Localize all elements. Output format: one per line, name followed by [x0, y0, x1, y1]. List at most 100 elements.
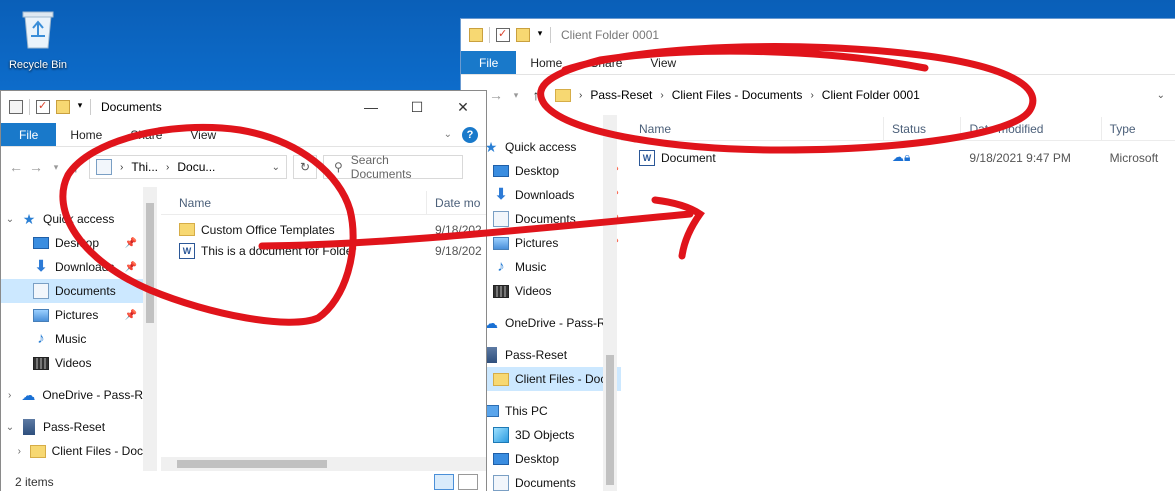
- pictures-icon: [33, 308, 49, 322]
- nav-item-onedrive[interactable]: › ☁ OneDrive - Pass-R: [1, 383, 143, 407]
- breadcrumb-item[interactable]: Client Folder 0001: [822, 88, 920, 102]
- desktop-icon: [33, 237, 49, 249]
- forward-arrow-icon[interactable]: →: [489, 87, 503, 103]
- tab-home[interactable]: Home: [516, 51, 576, 74]
- address-bar[interactable]: › Thi... › Docu... ⌄: [89, 155, 287, 179]
- new-folder-icon[interactable]: [516, 28, 530, 42]
- ribbon-tabs: File Home Share View: [461, 51, 1175, 75]
- file-name: Custom Office Templates: [201, 222, 335, 237]
- table-row[interactable]: W Document ☁🔒︎ 9/18/2021 9:47 PM Microsof…: [621, 147, 1175, 168]
- up-arrow-icon[interactable]: ↑: [529, 87, 543, 103]
- chevron-down-icon[interactable]: ⌄: [5, 422, 15, 433]
- forward-arrow-icon[interactable]: →: [29, 159, 43, 175]
- title-bar: ▾ Documents — ☐ ✕: [1, 91, 486, 123]
- desktop-icon: [493, 165, 509, 177]
- nav-item-music[interactable]: ♪ Music: [1, 327, 143, 351]
- 3d-objects-icon: [493, 427, 509, 443]
- documents-icon: [96, 159, 112, 175]
- column-name[interactable]: Name: [621, 117, 884, 140]
- chevron-right-icon[interactable]: ›: [5, 390, 14, 401]
- close-icon[interactable]: ✕: [440, 99, 486, 116]
- chevron-down-icon[interactable]: ⌄: [5, 214, 15, 225]
- pin-icon: 📌: [124, 237, 137, 249]
- refresh-icon[interactable]: ↻: [293, 155, 317, 179]
- recent-locations-icon[interactable]: ▾: [509, 90, 523, 101]
- tab-share[interactable]: Share: [116, 123, 176, 146]
- column-type[interactable]: Type: [1102, 117, 1175, 140]
- file-name: This is a document for Folder: [201, 243, 357, 258]
- sort-ascending-icon: ^: [297, 187, 302, 192]
- chevron-down-icon[interactable]: ⌄: [1157, 90, 1165, 101]
- file-name: Document: [661, 150, 716, 165]
- tab-home[interactable]: Home: [56, 123, 116, 146]
- breadcrumb-item[interactable]: Thi...: [131, 160, 158, 174]
- file-list: ^ Name Date mo Custom Office Templates 9…: [161, 187, 486, 457]
- up-arrow-icon[interactable]: ↑: [69, 159, 83, 175]
- horizontal-scrollbar[interactable]: [161, 457, 486, 471]
- column-headers: ^ Name Date mo: [161, 187, 486, 215]
- recent-locations-icon[interactable]: ▾: [49, 162, 63, 173]
- file-type: Microsoft: [1109, 150, 1159, 165]
- breadcrumb-item[interactable]: Pass-Reset: [590, 88, 652, 102]
- nav-item-pictures[interactable]: Pictures📌: [1, 303, 143, 327]
- window-title: Client Folder 0001: [561, 28, 660, 42]
- breadcrumb-item[interactable]: Docu...: [177, 160, 215, 174]
- help-icon[interactable]: ?: [462, 126, 478, 143]
- explorer-window-documents[interactable]: ▾ Documents — ☐ ✕ File Home Share View ⌄…: [0, 90, 487, 491]
- organization-icon: [23, 419, 35, 435]
- expand-ribbon-icon[interactable]: ⌄: [444, 129, 452, 140]
- details-view-icon[interactable]: [434, 474, 454, 490]
- tab-view[interactable]: View: [636, 51, 690, 74]
- maximize-icon[interactable]: ☐: [394, 99, 440, 116]
- explorer-window-client-folder[interactable]: ▾ Client Folder 0001 File Home Share Vie…: [460, 18, 1175, 491]
- breadcrumb-item[interactable]: Client Files - Documents: [672, 88, 803, 102]
- customize-toolbar-icon[interactable]: ▾: [536, 28, 544, 42]
- chevron-right-icon: ›: [120, 161, 124, 173]
- properties-icon[interactable]: [496, 27, 510, 42]
- status-bar: 2 items: [1, 471, 486, 491]
- search-input[interactable]: ⚲ Search Documents: [323, 153, 463, 181]
- column-date-modified[interactable]: Date mo: [427, 191, 486, 214]
- address-bar[interactable]: › Pass-Reset › Client Files - Documents …: [549, 83, 1171, 107]
- chevron-down-icon[interactable]: ⌄: [272, 162, 280, 173]
- tab-file[interactable]: File: [461, 51, 517, 74]
- chevron-right-icon: ›: [166, 161, 170, 173]
- column-status[interactable]: Status: [884, 117, 962, 140]
- minimize-icon[interactable]: —: [348, 99, 394, 116]
- tab-share[interactable]: Share: [576, 51, 636, 74]
- nav-item-quick-access[interactable]: ⌄ ★ Quick access: [1, 207, 143, 231]
- cloud-sync-icon: ☁🔒︎: [891, 150, 911, 164]
- nav-item-documents[interactable]: Documents: [1, 279, 143, 303]
- documents-icon: [493, 475, 509, 491]
- column-date-modified[interactable]: Date modified: [961, 117, 1102, 140]
- nav-item-videos[interactable]: Videos: [1, 351, 143, 375]
- item-count: 2 items: [15, 475, 54, 489]
- table-row[interactable]: Custom Office Templates 9/18/202: [161, 219, 486, 240]
- nav-scrollbar[interactable]: [603, 115, 617, 491]
- back-arrow-icon[interactable]: ←: [9, 159, 23, 175]
- folder-icon: [29, 444, 46, 458]
- download-icon: ⬇: [34, 258, 48, 275]
- pin-icon: 📌: [124, 261, 137, 273]
- star-icon: ★: [22, 211, 36, 227]
- column-name[interactable]: Name: [161, 191, 428, 214]
- tab-file[interactable]: File: [1, 123, 57, 146]
- table-row[interactable]: W This is a document for Folder 9/18/202: [161, 240, 486, 261]
- customize-toolbar-icon[interactable]: ▾: [76, 100, 84, 114]
- nav-item-client-files[interactable]: › Client Files - Doc: [1, 439, 143, 463]
- nav-item-pass-reset[interactable]: ⌄ Pass-Reset: [1, 415, 143, 439]
- nav-scrollbar[interactable]: [143, 187, 157, 471]
- new-folder-icon[interactable]: [56, 100, 70, 114]
- documents-icon: [493, 211, 509, 227]
- large-icons-view-icon[interactable]: [458, 474, 478, 490]
- tab-view[interactable]: View: [176, 123, 230, 146]
- desktop-icon: [493, 453, 509, 465]
- recycle-bin[interactable]: Recycle Bin: [6, 6, 70, 71]
- properties-icon[interactable]: [36, 99, 50, 114]
- ribbon-tabs: File Home Share View ⌄ ?: [1, 123, 486, 147]
- title-bar: ▾ Client Folder 0001: [461, 19, 1175, 51]
- nav-item-desktop[interactable]: Desktop📌: [1, 231, 143, 255]
- chevron-right-icon[interactable]: ›: [15, 446, 24, 457]
- address-row: ← → ▾ ↑ › Pass-Reset › Client Files - Do…: [461, 75, 1175, 115]
- nav-item-downloads[interactable]: ⬇Downloads📌: [1, 255, 143, 279]
